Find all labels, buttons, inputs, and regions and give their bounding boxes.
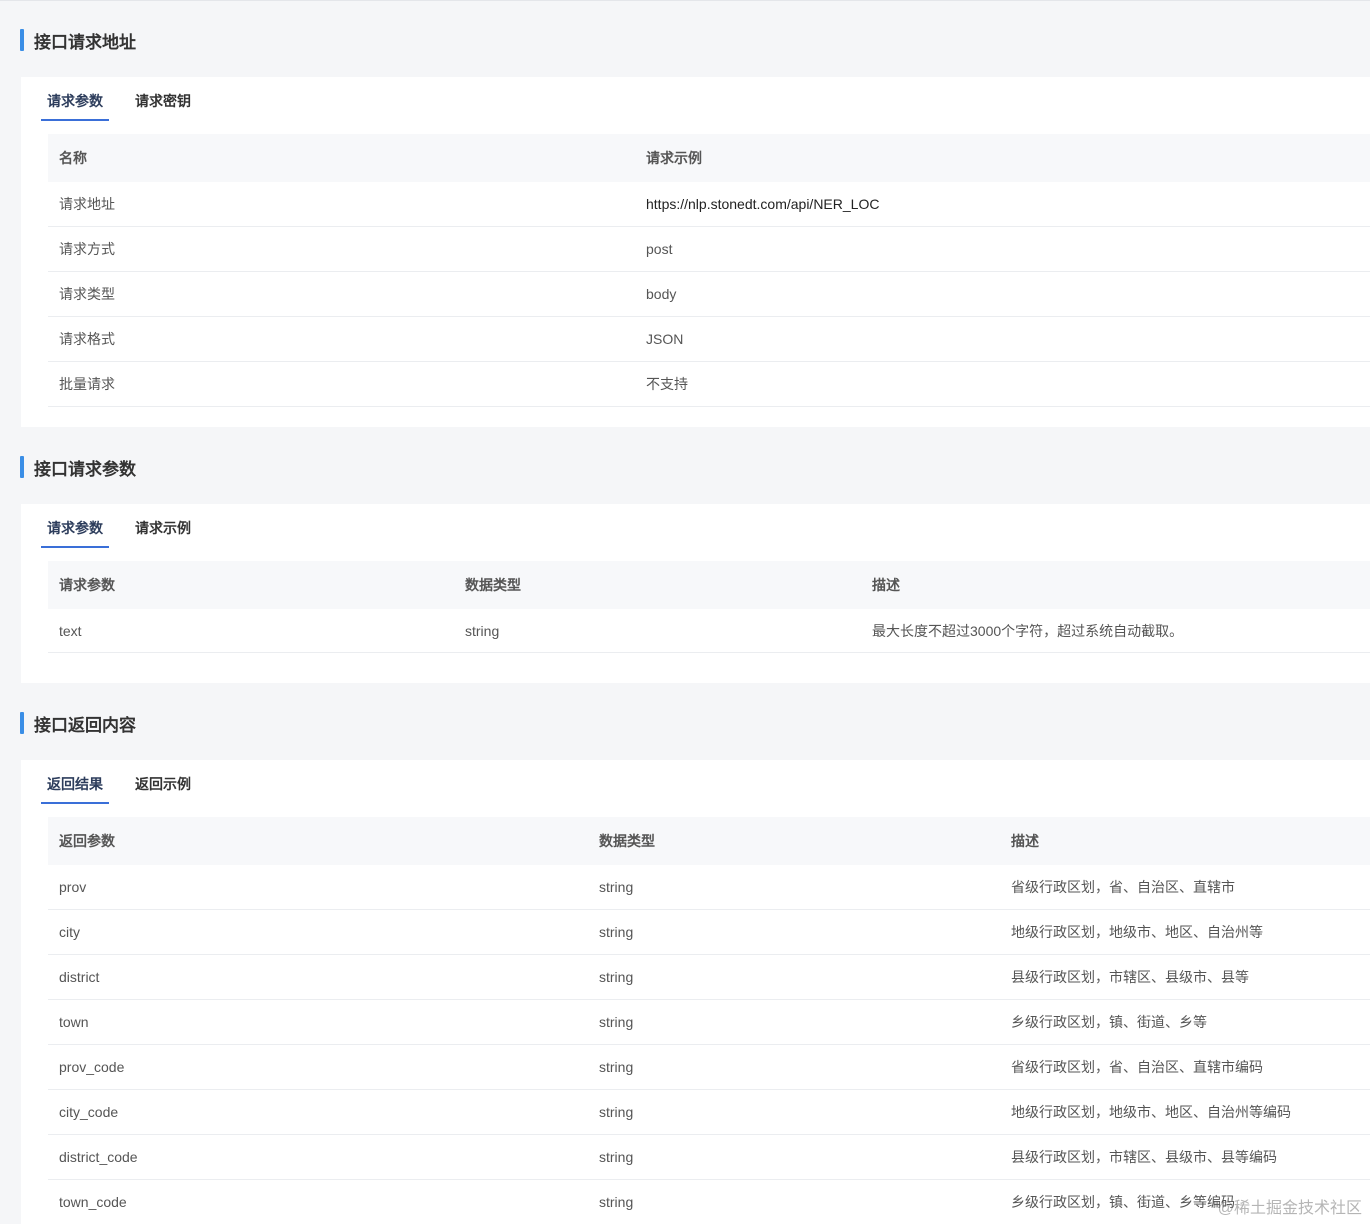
- section-title: 接口请求参数: [34, 459, 136, 479]
- column-header: 返回参数: [59, 833, 115, 849]
- field-name: town_code: [59, 1194, 127, 1210]
- table-row: city_code string 地级行政区划，地级市、地区、自治州等编码: [48, 1090, 1370, 1135]
- response-table: 返回参数 数据类型 描述 prov string 省级行政区划，省、自治区、直辖…: [48, 817, 1370, 1224]
- section-accent-bar: [20, 456, 24, 478]
- field-type: string: [599, 1104, 634, 1120]
- field-name: town: [59, 1014, 89, 1030]
- table-row: city string 地级行政区划，地级市、地区、自治州等: [48, 910, 1370, 955]
- field-description: 县级行政区划，市辖区、县级市、县等: [1011, 969, 1249, 985]
- table-row: prov string 省级行政区划，省、自治区、直辖市: [48, 865, 1370, 910]
- field-description: 省级行政区划，省、自治区、直辖市编码: [1011, 1059, 1263, 1075]
- column-header: 描述: [872, 577, 900, 593]
- tab-bar: 请求参数 请求示例: [21, 504, 1370, 560]
- field-type: string: [599, 879, 634, 895]
- section-header-request-url: 接口请求地址: [20, 28, 136, 52]
- row-value: body: [646, 286, 677, 302]
- param-description: 最大长度不超过3000个字符，超过系统自动截取。: [872, 622, 1184, 639]
- tab-label: 返回示例: [135, 776, 191, 792]
- tab-request-example[interactable]: 请求示例: [135, 518, 191, 548]
- field-name: prov_code: [59, 1059, 125, 1075]
- request-params-table: 请求参数 数据类型 描述 text string 最大长度不超过3000个字符，…: [48, 561, 1370, 653]
- table-row: 请求格式 JSON: [48, 317, 1370, 362]
- table-row: town string 乡级行政区划，镇、街道、乡等: [48, 1000, 1370, 1045]
- section-header-request-params: 接口请求参数: [20, 455, 136, 479]
- row-value: https://nlp.stonedt.com/api/NER_LOC: [646, 196, 880, 212]
- tab-bar: 返回结果 返回示例: [21, 760, 1370, 816]
- request-url-table: 名称 请求示例 请求地址 https://nlp.stonedt.com/api…: [48, 134, 1370, 407]
- row-name: 批量请求: [59, 376, 115, 392]
- table-row: 请求地址 https://nlp.stonedt.com/api/NER_LOC: [48, 182, 1370, 227]
- table-row: district_code string 县级行政区划，市辖区、县级市、县等编码: [48, 1135, 1370, 1180]
- table-row: prov_code string 省级行政区划，省、自治区、直辖市编码: [48, 1045, 1370, 1090]
- table-row: text string 最大长度不超过3000个字符，超过系统自动截取。: [48, 609, 1370, 653]
- field-type: string: [599, 1149, 634, 1165]
- column-header: 名称: [59, 150, 87, 166]
- column-header: 请求参数: [59, 577, 115, 593]
- table-row: 批量请求 不支持: [48, 362, 1370, 407]
- field-description: 地级行政区划，地级市、地区、自治州等编码: [1011, 1104, 1291, 1120]
- field-description: 县级行政区划，市辖区、县级市、县等编码: [1011, 1149, 1277, 1165]
- row-value: 不支持: [646, 376, 688, 392]
- field-type: string: [599, 1014, 634, 1030]
- row-name: 请求方式: [59, 241, 115, 257]
- row-name: 请求类型: [59, 286, 115, 302]
- active-tab-indicator: [41, 119, 109, 121]
- tab-response-result[interactable]: 返回结果: [41, 774, 109, 804]
- row-name: 请求地址: [59, 196, 115, 212]
- table-row: 请求方式 post: [48, 227, 1370, 272]
- param-type: string: [465, 622, 500, 639]
- tab-request-key[interactable]: 请求密钥: [135, 91, 191, 121]
- field-name: city: [59, 924, 80, 940]
- column-header: 描述: [1011, 833, 1039, 849]
- active-tab-indicator: [41, 802, 109, 804]
- section-accent-bar: [20, 29, 24, 51]
- tab-request-params[interactable]: 请求参数: [41, 518, 109, 548]
- section-header-response: 接口返回内容: [20, 711, 136, 735]
- tab-label: 请求参数: [47, 93, 103, 109]
- response-card: 返回结果 返回示例 返回参数 数据类型 描述 prov string 省级行政区…: [21, 760, 1370, 1224]
- table-header: 请求参数 数据类型 描述: [48, 561, 1370, 609]
- tab-label: 请求示例: [135, 520, 191, 536]
- table-row: district string 县级行政区划，市辖区、县级市、县等: [48, 955, 1370, 1000]
- field-type: string: [599, 1194, 634, 1210]
- param-name: text: [59, 622, 82, 639]
- row-name: 请求格式: [59, 331, 115, 347]
- table-row: 请求类型 body: [48, 272, 1370, 317]
- column-header: 数据类型: [599, 833, 655, 849]
- tab-label: 请求参数: [47, 520, 103, 536]
- field-description: 省级行政区划，省、自治区、直辖市: [1011, 879, 1235, 895]
- field-name: district_code: [59, 1149, 138, 1165]
- tab-label: 请求密钥: [135, 93, 191, 109]
- table-header: 名称 请求示例: [48, 134, 1370, 182]
- tab-bar: 请求参数 请求密钥: [21, 77, 1370, 133]
- field-description: 乡级行政区划，镇、街道、乡等编码: [1011, 1194, 1235, 1210]
- field-type: string: [599, 969, 634, 985]
- field-description: 乡级行政区划，镇、街道、乡等: [1011, 1014, 1207, 1030]
- section-title: 接口请求地址: [34, 32, 136, 52]
- field-description: 地级行政区划，地级市、地区、自治州等: [1011, 924, 1263, 940]
- field-name: prov: [59, 879, 87, 895]
- tab-request-params[interactable]: 请求参数: [41, 91, 109, 121]
- field-type: string: [599, 924, 634, 940]
- section-title: 接口返回内容: [34, 715, 136, 735]
- watermark: @稀土掘金技术社区: [1217, 1200, 1362, 1217]
- table-header: 返回参数 数据类型 描述: [48, 817, 1370, 865]
- column-header: 数据类型: [465, 577, 521, 593]
- request-params-card: 请求参数 请求示例 请求参数 数据类型 描述 text string 最大长度不…: [21, 504, 1370, 683]
- table-row: town_code string 乡级行政区划，镇、街道、乡等编码: [48, 1180, 1370, 1224]
- request-url-card: 请求参数 请求密钥 名称 请求示例 请求地址 https://nlp.stone…: [21, 77, 1370, 427]
- row-value: post: [646, 241, 673, 257]
- field-type: string: [599, 1059, 634, 1075]
- row-value: JSON: [646, 331, 684, 347]
- active-tab-indicator: [41, 546, 109, 548]
- section-accent-bar: [20, 712, 24, 734]
- column-header: 请求示例: [646, 150, 702, 166]
- field-name: city_code: [59, 1104, 119, 1120]
- top-divider: [0, 0, 1370, 1]
- field-name: district: [59, 969, 100, 985]
- tab-response-example[interactable]: 返回示例: [135, 774, 191, 804]
- tab-label: 返回结果: [47, 776, 103, 792]
